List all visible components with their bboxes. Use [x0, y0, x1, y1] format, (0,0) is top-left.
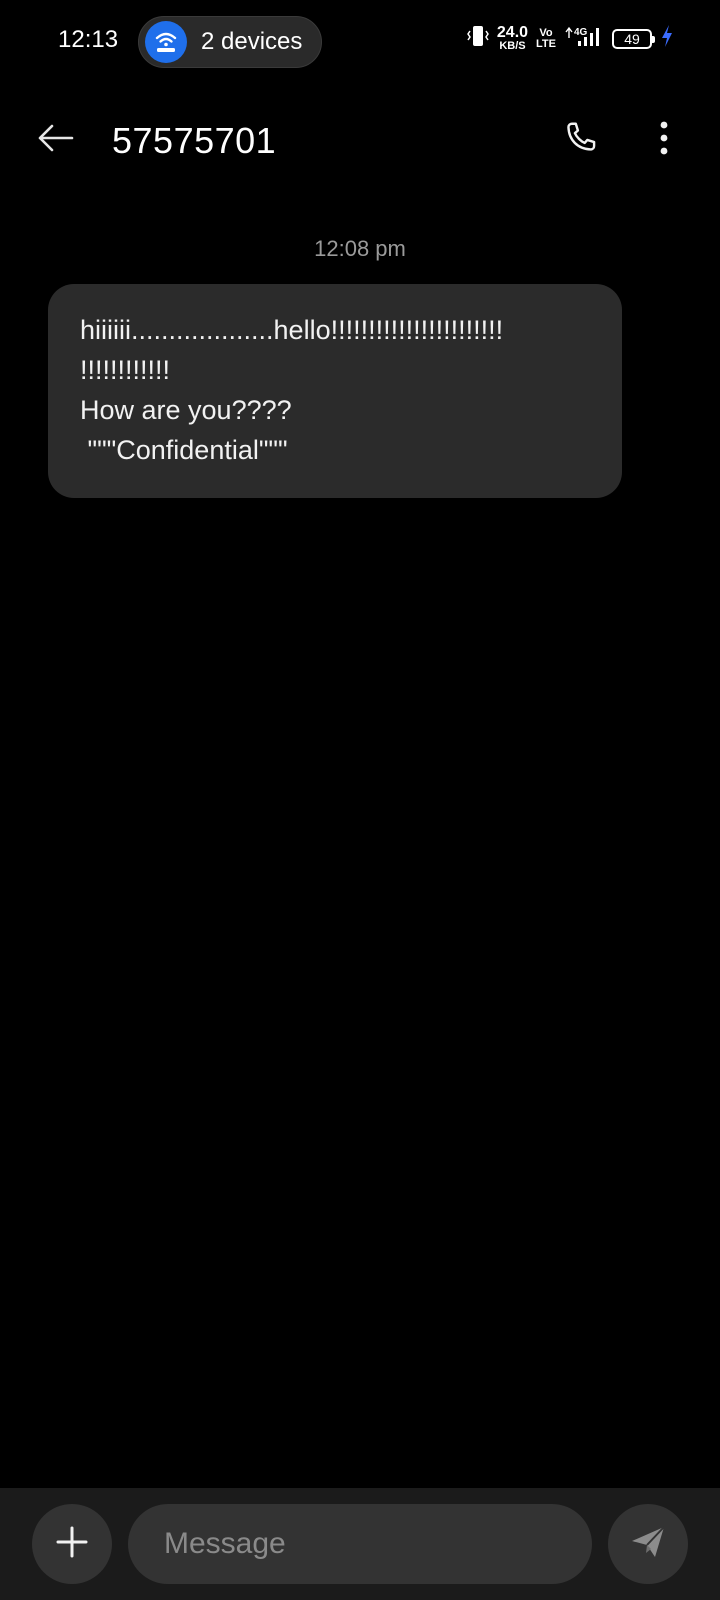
- wifi-router-icon: [145, 21, 187, 63]
- phone-icon: [562, 120, 598, 161]
- volte-indicator: Vo LTE: [536, 26, 556, 50]
- hotspot-label: 2 devices: [201, 28, 303, 55]
- more-options-button[interactable]: [642, 118, 686, 162]
- network-speed-value: 24.0: [496, 24, 529, 41]
- back-button[interactable]: [34, 118, 78, 162]
- volte-bottom: LTE: [536, 37, 556, 50]
- network-speed-unit: KB/S: [499, 40, 526, 52]
- status-bar: 12:13 2 devices 24.0 KB/S Vo LTE 4G 49: [0, 0, 720, 84]
- battery-icon: 49: [612, 28, 655, 49]
- message-line: How are you????: [80, 395, 292, 425]
- battery-level: 49: [624, 30, 640, 47]
- hotspot-indicator[interactable]: 2 devices: [138, 16, 322, 68]
- network-type: 4G: [574, 27, 588, 38]
- status-time: 12:13: [58, 26, 119, 53]
- message-line: """Confidential""": [80, 435, 288, 465]
- status-icons: 24.0 KB/S Vo LTE 4G 49: [466, 24, 674, 53]
- plus-icon: [55, 1525, 89, 1564]
- message-line: !!!!!!!!!!!!: [80, 355, 171, 385]
- call-button[interactable]: [558, 118, 602, 162]
- send-icon: [629, 1523, 667, 1566]
- contact-title: 57575701: [112, 120, 277, 161]
- arrow-left-icon: [36, 123, 76, 158]
- charging-bolt-icon: [660, 24, 674, 53]
- conversation-screen: 12:13 2 devices 24.0 KB/S Vo LTE 4G 49 5…: [0, 0, 720, 1600]
- vibrate-icon: [466, 24, 489, 53]
- message-timestamp: 12:08 pm: [314, 236, 406, 261]
- composer-bar: [0, 1488, 720, 1600]
- send-button[interactable]: [608, 1504, 688, 1584]
- incoming-message-bubble[interactable]: hiiiiii...................hello!!!!!!!!!…: [48, 284, 622, 498]
- message-input[interactable]: [128, 1504, 592, 1584]
- add-attachment-button[interactable]: [32, 1504, 112, 1584]
- network-speed: 24.0 KB/S: [497, 25, 528, 52]
- more-vertical-icon: [658, 120, 670, 161]
- message-line: hiiiiii...................hello!!!!!!!!!…: [80, 315, 504, 345]
- conversation-header: 57575701: [0, 100, 720, 184]
- volte-top: Vo: [539, 26, 553, 39]
- signal-icon: 4G: [564, 24, 604, 53]
